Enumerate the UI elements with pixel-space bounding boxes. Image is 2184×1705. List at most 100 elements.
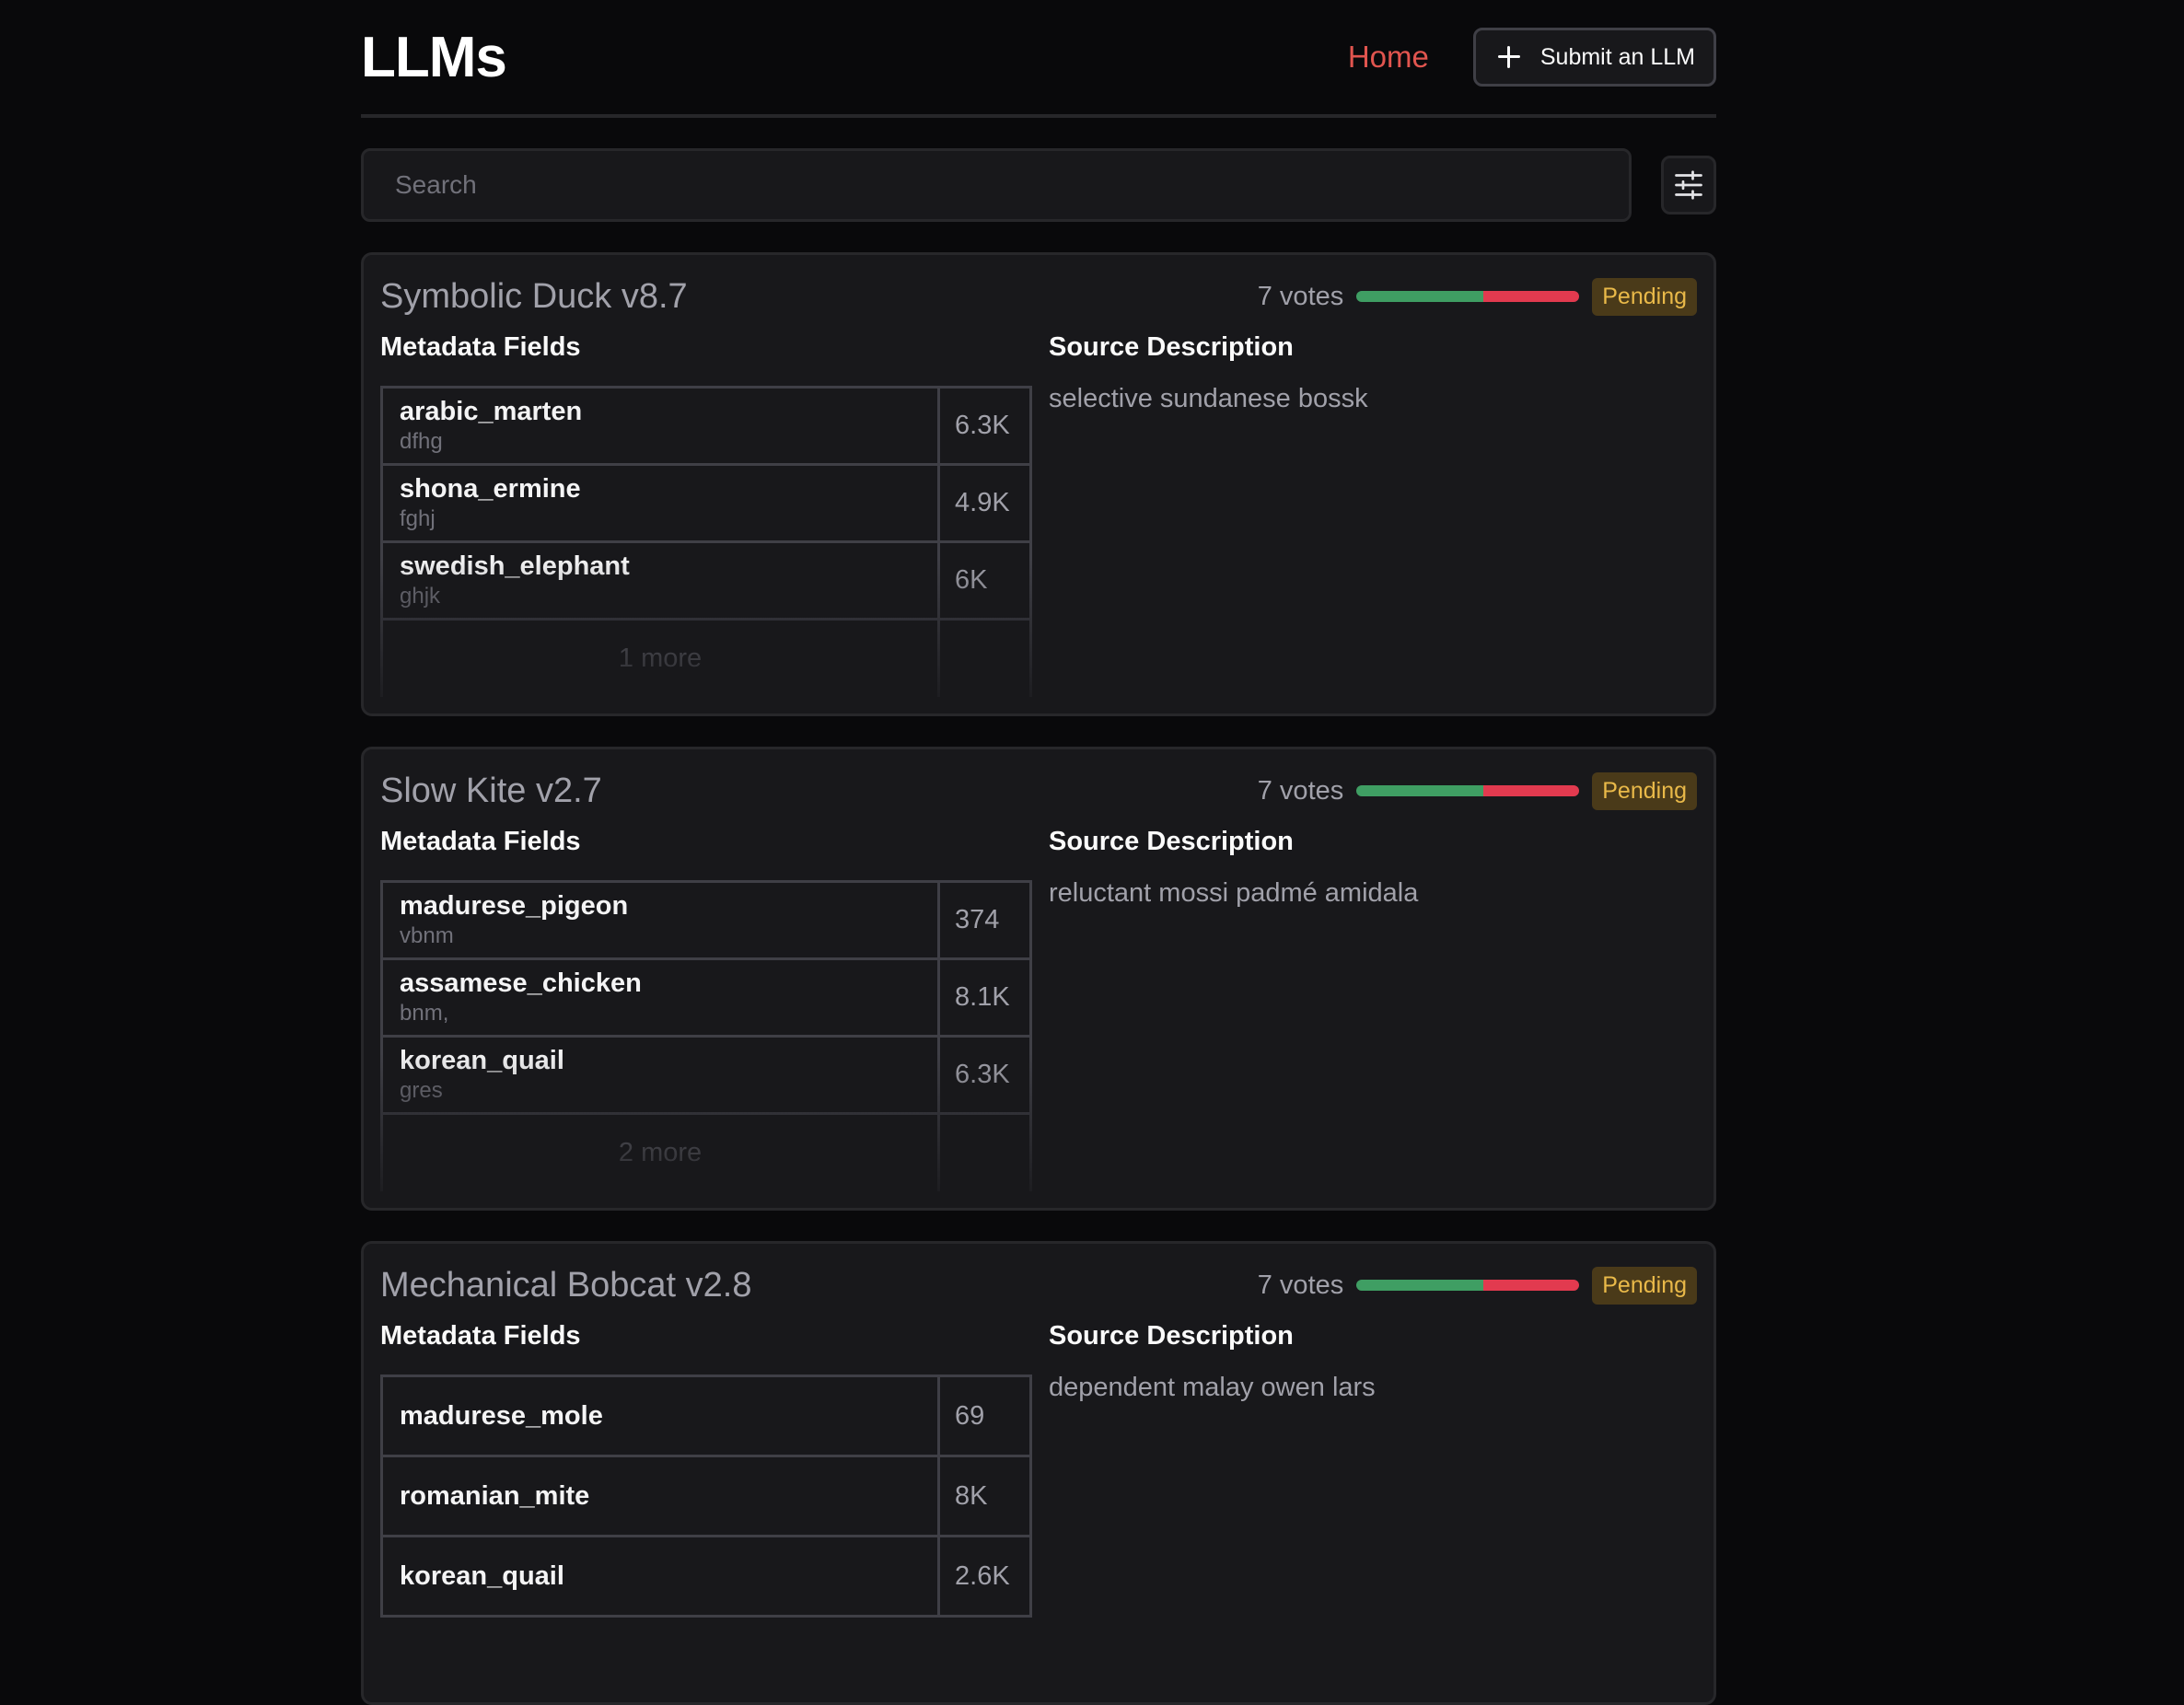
metadata-table: madurese_mole 69 romanian_mite 8K korean_qua… — [379, 1374, 1032, 1618]
field-value: 6.3K — [937, 386, 1032, 466]
field-name: madurese_mole — [400, 1401, 603, 1431]
card-header: Mechanical Bobcat v2.8 7 votes Pending — [380, 1260, 1697, 1310]
field-value: 8.1K — [937, 957, 1032, 1038]
vote-up-fill — [1356, 785, 1484, 796]
source-column: Source Description dependent malay owen … — [1049, 1317, 1697, 1618]
search-row — [361, 148, 1716, 222]
source-label: Source Description — [1049, 332, 1294, 362]
field-value: 374 — [937, 880, 1032, 960]
nav-home-link[interactable]: Home — [1348, 40, 1429, 75]
card-meta: 7 votes Pending — [1257, 771, 1697, 810]
field-value: 8K — [937, 1455, 1032, 1537]
top-header: LLMs Home Submit an LLM — [361, 0, 1716, 118]
field-name-cell: assamese_chicken bnm, — [379, 957, 941, 1038]
metadata-column: Metadata Fields arabic_marten dfhg 6.3K sho… — [379, 329, 1032, 697]
more-fields-empty-cell — [937, 1112, 1032, 1191]
metadata-label: Metadata Fields — [380, 332, 581, 362]
field-name: swedish_elephant — [400, 551, 630, 581]
field-name: romanian_mite — [400, 1481, 590, 1511]
card-meta: 7 votes Pending — [1257, 277, 1697, 316]
source-description: selective sundanese bossk — [1049, 384, 1368, 413]
field-name: assamese_chicken — [400, 968, 642, 998]
field-name: shona_ermine — [400, 474, 581, 504]
source-label: Source Description — [1049, 1321, 1294, 1351]
metadata-column: Metadata Fields madurese_pigeon vbnm 374 as… — [379, 823, 1032, 1191]
field-value: 4.9K — [937, 463, 1032, 543]
top-nav: Home Submit an LLM — [1348, 28, 1716, 87]
more-fields-link[interactable]: 1 more — [379, 618, 941, 697]
more-fields-row[interactable]: 2 more — [379, 1112, 1032, 1191]
field-value: 69 — [937, 1374, 1032, 1457]
metadata-fields: madurese_mole 69 romanian_mite 8K korean_qua… — [379, 1374, 1032, 1618]
more-fields-empty-cell — [937, 618, 1032, 697]
metadata-table: arabic_marten dfhg 6.3K shona_ermine fghj 4.9… — [379, 386, 1032, 697]
card-header: Slow Kite v2.7 7 votes Pending — [380, 766, 1697, 816]
field-value: 6K — [937, 540, 1032, 621]
card-body: Metadata Fields madurese_mole 69 romanian_… — [379, 1317, 1697, 1618]
field-name: korean_quail — [400, 1046, 564, 1075]
llm-card[interactable]: Symbolic Duck v8.7 7 votes Pending Metad… — [361, 252, 1716, 716]
page-container: LLMs Home Submit an LLM Symbolic Duck v8… — [361, 0, 1716, 1705]
field-name-cell: shona_ermine fghj — [379, 463, 941, 543]
metadata-row: arabic_marten dfhg 6.3K — [379, 386, 1032, 466]
field-key: vbnm — [400, 923, 454, 948]
metadata-row: korean_quailgres 6.3K — [379, 1035, 1032, 1115]
card-body: Metadata Fields madurese_pigeon vbnm 374 as… — [379, 823, 1697, 1191]
metadata-row: swedish_elephantghjk 6K — [379, 540, 1032, 621]
metadata-row: assamese_chicken bnm, 8.1K — [379, 957, 1032, 1038]
metadata-table: madurese_pigeon vbnm 374 assamese_chickenbn… — [379, 880, 1032, 1191]
vote-up-fill — [1356, 291, 1484, 302]
metadata-fields: arabic_marten dfhg 6.3K shona_ermine fghj 4.9… — [379, 386, 1032, 697]
card-title[interactable]: Mechanical Bobcat v2.8 — [380, 1266, 751, 1305]
card-title[interactable]: Symbolic Duck v8.7 — [380, 277, 688, 317]
llm-card[interactable]: Slow Kite v2.7 7 votes Pending Metadata … — [361, 747, 1716, 1211]
metadata-label: Metadata Fields — [380, 827, 581, 856]
metadata-row: madurese_mole 69 — [379, 1374, 1032, 1457]
llm-card-list: Symbolic Duck v8.7 7 votes Pending Metad… — [361, 252, 1716, 1705]
field-value: 6.3K — [937, 1035, 1032, 1115]
metadata-row: romanian_mite 8K — [379, 1455, 1032, 1537]
source-label: Source Description — [1049, 827, 1294, 856]
status-badge: Pending — [1592, 771, 1697, 810]
source-description: reluctant mossi padmé amidala — [1049, 878, 1419, 908]
metadata-column: Metadata Fields madurese_mole 69 romanian_… — [379, 1317, 1032, 1618]
card-meta: 7 votes Pending — [1257, 1266, 1697, 1305]
source-description: dependent malay owen lars — [1049, 1373, 1376, 1402]
source-column: Source Description reluctant mossi padmé… — [1049, 823, 1697, 1191]
metadata-fields: madurese_pigeon vbnm 374 assamese_chickenbn… — [379, 880, 1032, 1191]
vote-count: 7 votes — [1257, 281, 1344, 311]
vote-down-fill — [1483, 1280, 1580, 1291]
sliders-icon — [1675, 170, 1702, 200]
field-name-cell: madurese_pigeon vbnm — [379, 880, 941, 960]
filter-button[interactable] — [1661, 156, 1716, 215]
more-fields-link[interactable]: 2 more — [379, 1112, 941, 1191]
vote-ratio-bar — [1356, 1280, 1580, 1291]
search-input[interactable] — [361, 148, 1632, 222]
field-name-cell: romanian_mite — [379, 1455, 941, 1537]
vote-count: 7 votes — [1257, 775, 1344, 806]
vote-up-fill — [1356, 1280, 1484, 1291]
site-logo[interactable]: LLMs — [361, 25, 507, 90]
more-fields-row[interactable]: 1 more — [379, 618, 1032, 697]
vote-down-fill — [1483, 785, 1580, 796]
vote-ratio-bar — [1356, 785, 1580, 796]
vote-ratio-bar — [1356, 291, 1580, 302]
field-name: korean_quail — [400, 1561, 564, 1591]
field-value: 2.6K — [937, 1535, 1032, 1618]
field-key: ghjk — [400, 584, 441, 609]
llm-card[interactable]: Mechanical Bobcat v2.8 7 votes Pending M… — [361, 1241, 1716, 1705]
field-key: fghj — [400, 506, 436, 531]
field-key: gres — [400, 1078, 443, 1103]
metadata-row: shona_ermine fghj 4.9K — [379, 463, 1032, 543]
vote-count: 7 votes — [1257, 1270, 1344, 1300]
vote-down-fill — [1483, 291, 1580, 302]
metadata-row: korean_quail 2.6K — [379, 1535, 1032, 1618]
card-body: Metadata Fields arabic_marten dfhg 6.3K sho… — [379, 329, 1697, 697]
field-key: bnm, — [400, 1001, 449, 1026]
field-name-cell: korean_quail — [379, 1535, 941, 1618]
submit-llm-button[interactable]: Submit an LLM — [1472, 28, 1716, 87]
field-name: arabic_marten — [400, 397, 583, 426]
field-name-cell: arabic_marten dfhg — [379, 386, 941, 466]
status-badge: Pending — [1592, 277, 1697, 316]
card-title[interactable]: Slow Kite v2.7 — [380, 771, 602, 811]
